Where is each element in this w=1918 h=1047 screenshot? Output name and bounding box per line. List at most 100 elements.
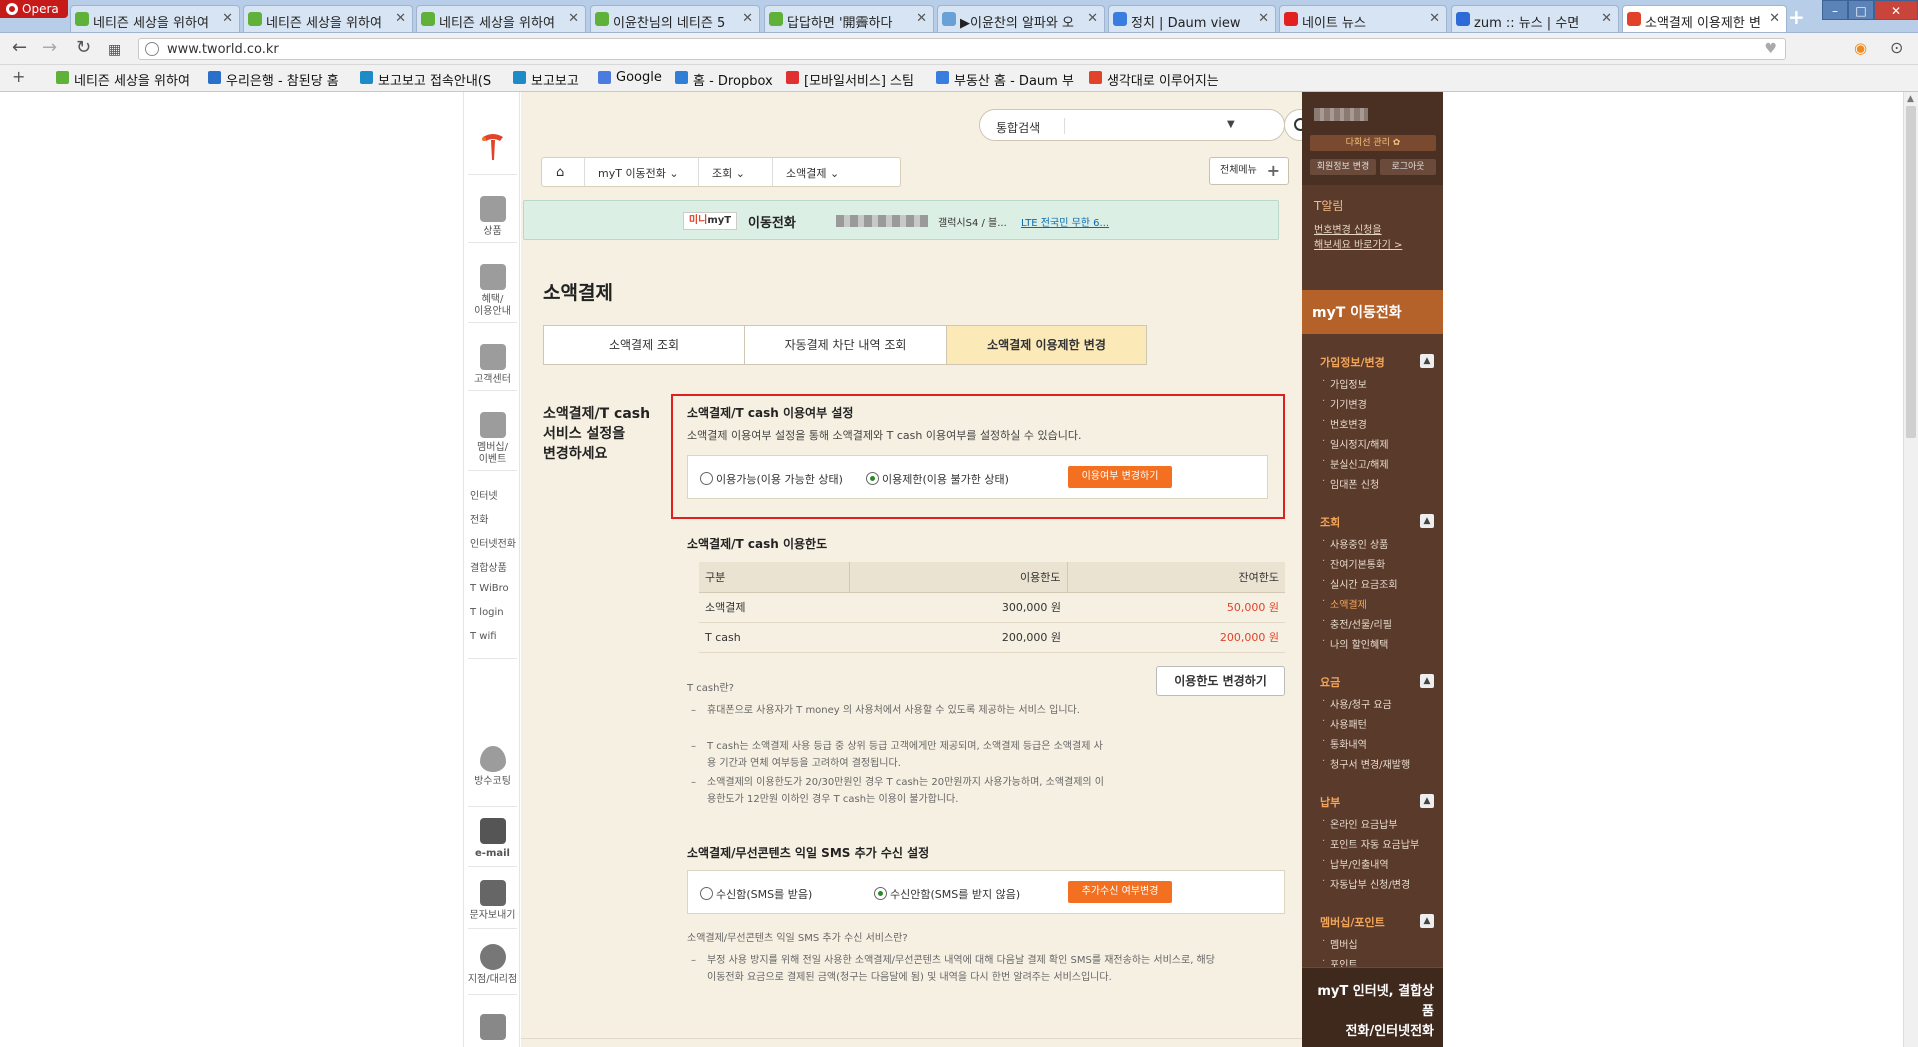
change-usage-button[interactable]: 이용여부 변경하기 <box>1068 466 1172 488</box>
change-limit-button[interactable]: 이용한도 변경하기 <box>1156 666 1285 696</box>
site-info-icon[interactable] <box>145 42 159 56</box>
myt-menu-link[interactable]: 임대폰 신청 <box>1322 476 1379 491</box>
maximize-window-button[interactable]: □ <box>1848 0 1874 20</box>
rss-icon[interactable]: ◉ <box>1854 39 1867 57</box>
home-icon[interactable]: ⌂ <box>556 165 564 180</box>
myt-menu-link[interactable]: 나의 할인혜택 <box>1322 636 1388 651</box>
leftnav-item-membership[interactable]: 멤버십/ 이벤트 <box>464 412 521 466</box>
browser-tab[interactable]: 이윤찬님의 네티즌 5 ✕ <box>590 5 760 32</box>
leftnav-tool-coating[interactable]: 방수코팅 <box>464 746 521 788</box>
leftnav-tool-more[interactable] <box>464 1014 521 1044</box>
back-arrow-icon[interactable]: ← <box>12 39 27 57</box>
myt-menu-link[interactable]: 사용중인 상품 <box>1322 536 1388 551</box>
breadcrumb-item-myt[interactable]: myT 이동전화 ⌄ <box>598 165 679 181</box>
opera-menu-button[interactable]: Opera <box>0 0 68 18</box>
myt-menu-link[interactable]: 기기변경 <box>1322 396 1367 411</box>
browser-tab[interactable]: 정치 | Daum view ✕ <box>1108 5 1276 32</box>
myt-menu-link[interactable]: 사용/청구 요금 <box>1322 696 1392 711</box>
leftnav-tool-email[interactable]: e-mail <box>464 818 521 860</box>
myt-menu-link[interactable]: 가입정보 <box>1322 376 1367 391</box>
myt-menu-link[interactable]: 온라인 요금납부 <box>1322 816 1398 831</box>
bookmark-item[interactable]: 생각대로 이루어지는 <box>1089 70 1219 89</box>
bookmark-item[interactable]: [모바일서비스] 스팀 <box>786 70 914 89</box>
browser-tab[interactable]: 네이트 뉴스 ✕ <box>1279 5 1447 32</box>
address-field[interactable]: www.tworld.co.kr ♥ <box>138 38 1786 60</box>
myt-menu-category[interactable]: 요금 <box>1320 674 1340 690</box>
edit-profile-button[interactable]: 회원정보 변경 <box>1310 159 1376 175</box>
bookmark-item[interactable]: 보고보고 <box>513 70 579 89</box>
leftnav-tool-sms[interactable]: 문자보내기 <box>464 880 521 922</box>
browser-tab[interactable]: ▶이윤찬의 알파와 오 ✕ <box>937 5 1105 32</box>
leftnav-item-products[interactable]: 상품 <box>464 196 521 238</box>
tab-payment-inquiry[interactable]: 소액결제 조회 <box>543 325 745 365</box>
all-menu-button[interactable]: 전체메뉴 + <box>1209 157 1289 185</box>
collapse-icon[interactable]: ▲ <box>1420 514 1434 528</box>
close-window-button[interactable]: ✕ <box>1874 0 1918 20</box>
myt-mobile-heading[interactable]: myT 이동전화 <box>1302 290 1443 334</box>
collapse-icon[interactable]: ▲ <box>1420 354 1434 368</box>
close-tab-icon[interactable]: ✕ <box>1429 11 1440 26</box>
myt-menu-link[interactable]: 사용패턴 <box>1322 716 1367 731</box>
myt-menu-link[interactable]: 납부/인출내역 <box>1322 856 1389 871</box>
myt-menu-category[interactable]: 멤버십/포인트 <box>1320 914 1385 930</box>
myt-menu-link[interactable]: 번호변경 <box>1322 416 1367 431</box>
leftnav-link[interactable]: 인터넷 <box>470 487 498 502</box>
radio-sms-no-receive[interactable]: 수신안함(SMS를 받지 않음) <box>874 886 1020 902</box>
collapse-icon[interactable]: ▲ <box>1420 914 1434 928</box>
collapse-icon[interactable]: ▲ <box>1420 794 1434 808</box>
browser-tab[interactable]: zum :: 뉴스 | 수면 ✕ <box>1451 5 1619 32</box>
bookmark-item[interactable]: 보고보고 접속안내(S <box>360 70 491 89</box>
bookmark-heart-icon[interactable]: ♥ <box>1764 41 1777 57</box>
myt-menu-link[interactable]: 잔여기본통화 <box>1322 556 1385 571</box>
close-tab-icon[interactable]: ✕ <box>1258 11 1269 26</box>
reload-icon[interactable]: ↻ <box>76 39 91 57</box>
close-tab-icon[interactable]: ✕ <box>916 11 927 26</box>
bookmark-item[interactable]: 네티즌 세상을 위하여 <box>56 70 190 89</box>
leftnav-tool-stores[interactable]: 지점/대리점 <box>464 944 521 986</box>
leftnav-link[interactable]: 전화 <box>470 511 488 526</box>
close-tab-icon[interactable]: ✕ <box>395 11 406 26</box>
breadcrumb-item-inquiry[interactable]: 조회 ⌄ <box>712 165 745 181</box>
leftnav-link[interactable]: 인터넷전화 <box>470 535 516 550</box>
browser-tab[interactable]: 네티즌 세상을 위하여 ✕ <box>416 5 586 32</box>
breadcrumb-item-payment[interactable]: 소액결제 ⌄ <box>786 165 839 181</box>
change-sms-button[interactable]: 추가수신 여부변경 <box>1068 881 1172 903</box>
myt-menu-category[interactable]: 조회 <box>1320 514 1340 530</box>
leftnav-item-support[interactable]: 고객센터 <box>464 344 521 386</box>
search-box[interactable]: 통합검색 ▼ <box>979 109 1285 141</box>
radio-usage-restricted[interactable]: 이용제한(이용 불가한 상태) <box>866 471 1009 487</box>
bookmark-item[interactable]: 홈 - Dropbox <box>675 70 773 89</box>
myt-menu-link[interactable]: 소액결제 <box>1322 596 1367 611</box>
collapse-icon[interactable]: ▲ <box>1420 674 1434 688</box>
radio-usage-enabled[interactable]: 이용가능(이용 가능한 상태) <box>700 471 843 487</box>
close-tab-icon[interactable]: ✕ <box>1769 11 1780 26</box>
myt-menu-link[interactable]: 포인트 자동 요금납부 <box>1322 836 1419 851</box>
new-tab-button[interactable]: + <box>1788 7 1805 27</box>
speed-dial-icon[interactable]: ▦ <box>108 41 121 59</box>
chevron-down-icon[interactable]: ▼ <box>1227 119 1235 130</box>
tab-autopay-block[interactable]: 자동결제 차단 내역 조회 <box>744 325 947 365</box>
radio-sms-receive[interactable]: 수신함(SMS를 받음) <box>700 886 812 902</box>
minimize-window-button[interactable]: – <box>1822 0 1848 20</box>
close-tab-icon[interactable]: ✕ <box>1601 11 1612 26</box>
opera-status-icon[interactable]: ⊙ <box>1890 39 1903 57</box>
bookmark-item[interactable]: Google <box>598 70 662 85</box>
browser-tab[interactable]: 네티즌 세상을 위하여 ✕ <box>70 5 240 32</box>
myt-internet-panel[interactable]: myT 인터넷, 결합상품 전화/인터넷전화 <box>1302 967 1443 1047</box>
scroll-up-icon[interactable]: ▲ <box>1907 94 1914 104</box>
logout-button[interactable]: 로그아웃 <box>1380 159 1436 175</box>
myt-menu-link[interactable]: 자동납부 신청/변경 <box>1322 876 1410 891</box>
close-tab-icon[interactable]: ✕ <box>1087 11 1098 26</box>
t-alarm-link[interactable]: 해보세요 바로가기 > <box>1314 236 1402 251</box>
scrollbar-thumb[interactable] <box>1906 106 1916 438</box>
multi-line-manage-button[interactable]: 다회선 관리 ✿ <box>1310 135 1436 151</box>
myt-menu-link[interactable]: 충전/선물/리필 <box>1322 616 1392 631</box>
close-tab-icon[interactable]: ✕ <box>568 11 579 26</box>
myt-menu-link[interactable]: 통화내역 <box>1322 736 1367 751</box>
tab-limit-change[interactable]: 소액결제 이용제한 변경 <box>946 325 1147 365</box>
browser-tab[interactable]: 네티즌 세상을 위하여 ✕ <box>243 5 413 32</box>
myt-menu-category[interactable]: 납부 <box>1320 794 1340 810</box>
bookmark-item[interactable]: 우리은행 - 참된당 홈 <box>208 70 339 89</box>
forward-arrow-icon[interactable]: → <box>42 39 57 57</box>
leftnav-link[interactable]: 결합상품 <box>470 559 507 574</box>
